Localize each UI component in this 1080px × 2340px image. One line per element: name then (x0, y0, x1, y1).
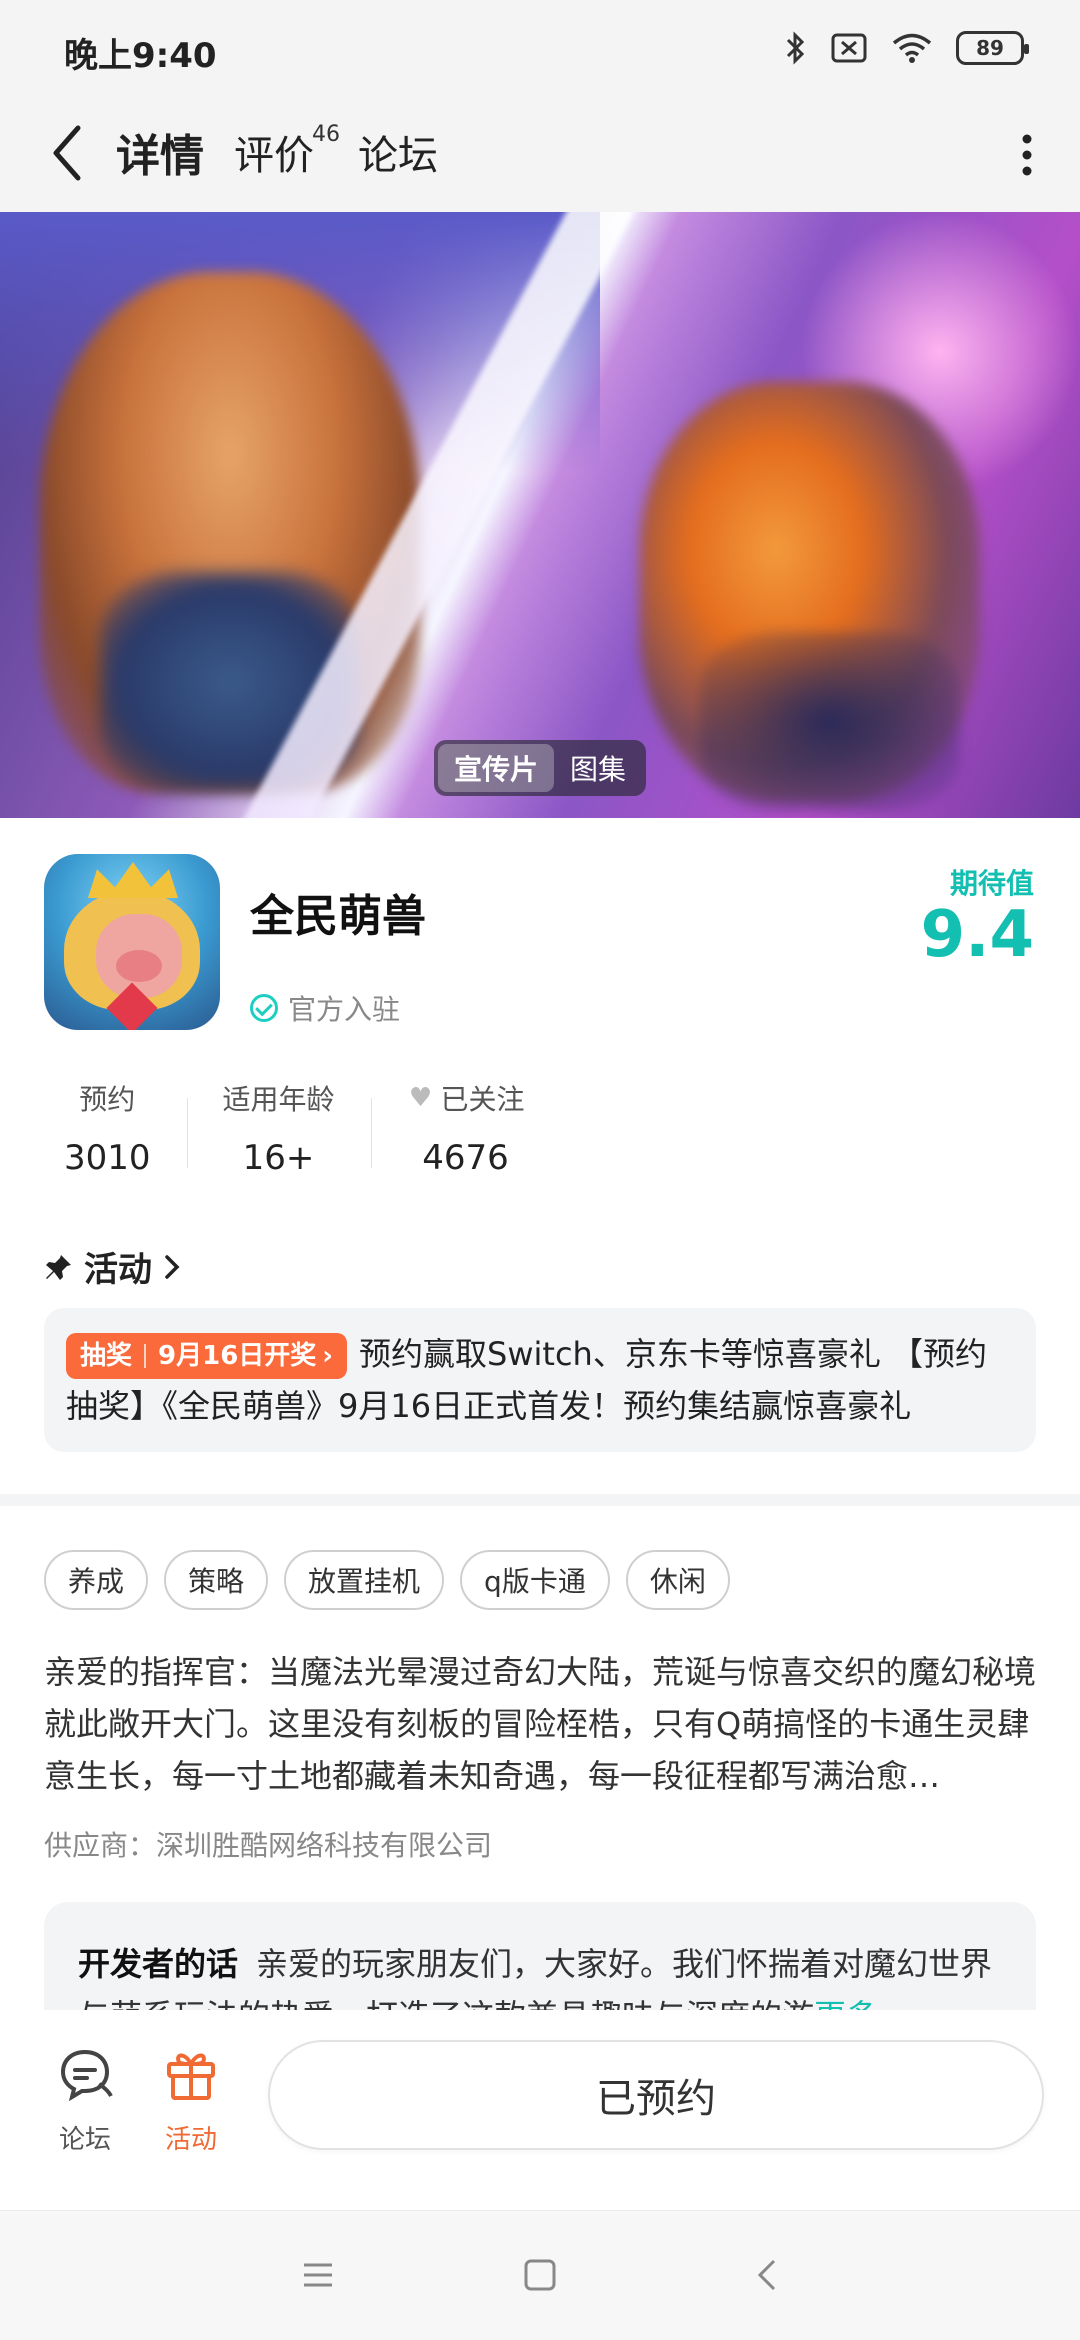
stat-value: 3010 (64, 1138, 151, 1178)
stat-age-rating: 适用年龄 16+ (186, 1078, 371, 1178)
icon-art-crown (88, 862, 178, 898)
tag-item[interactable]: 策略 (164, 1550, 269, 1610)
lottery-badge-type: 抽奖 (80, 1341, 133, 1371)
home-icon[interactable] (520, 2255, 560, 2295)
tag-item[interactable]: q版卡通 (460, 1550, 610, 1610)
badge-separator (144, 1344, 147, 1368)
chevron-right-icon (165, 1254, 180, 1279)
stat-label: 预约 (79, 1083, 136, 1116)
lottery-badge: 抽奖 9月16日开奖 › (66, 1333, 348, 1379)
status-time: 晚上9:40 (64, 36, 217, 76)
activity-header[interactable]: 活动 (44, 1242, 182, 1291)
activity-label: 活动 (164, 2125, 217, 2155)
stat-value: 16+ (242, 1138, 315, 1178)
status-bar: 晚上9:40 89 (0, 0, 1080, 96)
tab-reviews-label: 评价 (234, 133, 314, 179)
battery-icon: 89 (956, 31, 1029, 65)
supplier-info: 供应商：深圳胜酷网络科技有限公司 (44, 1829, 493, 1862)
app-name: 全民萌兽 (250, 891, 426, 942)
section-divider (0, 1494, 1080, 1506)
bluetooth-icon (786, 31, 805, 65)
back-icon[interactable] (748, 2255, 788, 2295)
tab-forum-label: 论坛 (358, 133, 438, 179)
wifi-icon (892, 33, 932, 63)
lottery-badge-date: 9月16日开奖 (158, 1341, 317, 1371)
heart-icon: ♥ (408, 1083, 433, 1113)
stat-label: 适用年龄 (222, 1083, 335, 1116)
tag-item[interactable]: 养成 (44, 1550, 149, 1610)
stat-value: 4676 (422, 1138, 509, 1178)
stat-label: 已关注 (440, 1083, 525, 1116)
developer-note-title: 开发者的话 (78, 1945, 239, 1983)
bottom-action-bar: 论坛 活动 已预约 (0, 2010, 1080, 2210)
verified-check-icon (250, 994, 278, 1022)
tab-details[interactable]: 详情 (114, 116, 206, 188)
app-icon (44, 854, 220, 1030)
segment-promo-video[interactable]: 宣传片 (438, 744, 555, 792)
banner-character-right-body (700, 632, 960, 812)
app-stats: 预约 3010 适用年龄 16+ ♥ 已关注 4676 (44, 1078, 561, 1178)
official-label: 官方入驻 (288, 993, 401, 1026)
media-switcher: 宣传片 图集 (434, 740, 647, 796)
forum-chat-icon (60, 2049, 113, 2102)
badge-chevron-icon: › (322, 1341, 334, 1371)
reviews-count: 46 (312, 122, 340, 147)
activity-title: 活动 (84, 1250, 152, 1290)
game-description[interactable]: 亲爱的指挥官：当魔法光晕漫过奇幻大陆，荒诞与惊喜交织的魔幻秘境就此敞开大门。这里… (44, 1646, 1036, 1802)
icon-art-nose (116, 950, 162, 982)
more-options-icon[interactable] (1020, 130, 1034, 180)
forum-button[interactable]: 论坛 (40, 2044, 130, 2156)
expectation-value: 9.4 (920, 898, 1034, 972)
no-sim-icon (831, 33, 867, 63)
expectation-label: 期待值 (949, 867, 1034, 900)
tag-list: 养成 策略 放置挂机 q版卡通 休闲 (44, 1550, 730, 1610)
tab-details-label: 详情 (116, 131, 204, 182)
back-arrow-icon[interactable] (44, 118, 94, 188)
expectation-score: 期待值 9.4 (921, 862, 1034, 969)
pin-icon (46, 1254, 71, 1280)
system-nav-bar (0, 2210, 1080, 2340)
official-badge: 官方入驻 (250, 988, 400, 1028)
tab-bar: 详情 评价 46 论坛 (114, 116, 468, 188)
stat-label-row: ♥ 已关注 (407, 1078, 525, 1118)
stat-reservations: 预约 3010 (44, 1078, 187, 1178)
reserved-button[interactable]: 已预约 (268, 2040, 1044, 2150)
status-icons: 89 (784, 30, 1029, 66)
tag-item[interactable]: 休闲 (625, 1550, 730, 1610)
promo-video-banner[interactable] (0, 212, 1080, 818)
tab-forum[interactable]: 论坛 (358, 116, 438, 188)
forum-label: 论坛 (58, 2125, 111, 2155)
activity-card[interactable]: 抽奖 9月16日开奖 › 预约赢取Switch、京东卡等惊喜豪礼 【预约抽奖】《… (44, 1308, 1036, 1452)
activity-button[interactable]: 活动 (146, 2044, 236, 2156)
top-nav: 详情 评价 46 论坛 (0, 96, 1080, 212)
stat-followers[interactable]: ♥ 已关注 4676 (370, 1078, 561, 1178)
tag-item[interactable]: 放置挂机 (284, 1550, 445, 1610)
tab-reviews[interactable]: 评价 46 (234, 116, 340, 188)
menu-icon[interactable] (298, 2255, 338, 2295)
gift-icon (167, 2053, 215, 2100)
segment-gallery[interactable]: 图集 (554, 744, 642, 792)
